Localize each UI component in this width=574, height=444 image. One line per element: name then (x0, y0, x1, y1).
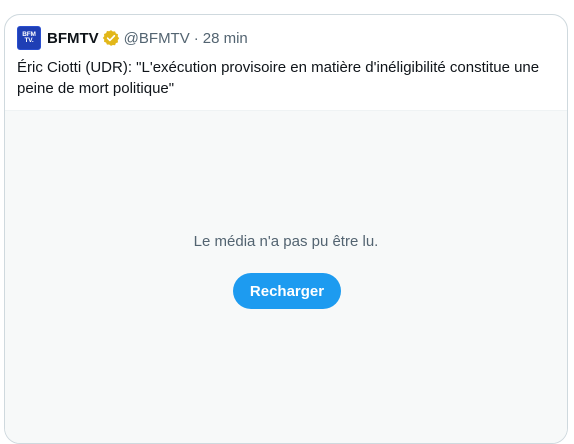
separator-dot: · (193, 29, 199, 47)
media-container: Le média n'a pas pu être lu. Recharger (5, 110, 567, 443)
account-name[interactable]: BFMTV (47, 30, 99, 47)
account-handle[interactable]: @BFMTV (124, 30, 190, 47)
avatar[interactable]: BFM TV. (17, 26, 41, 50)
gold-verified-icon (102, 29, 120, 47)
tweet-text: Éric Ciotti (UDR): "L'exécution provisoi… (17, 59, 540, 97)
tweet-header: BFM TV. BFMTV @BFMTV · 28 min (17, 25, 248, 51)
avatar-logo-line-2: TV. (24, 37, 34, 44)
tweet-card[interactable]: BFM TV. BFMTV @BFMTV · 28 min Éric Ciott… (4, 14, 568, 444)
reload-button[interactable]: Recharger (233, 273, 341, 309)
tweet-timestamp[interactable]: 28 min (203, 30, 248, 47)
media-error-message: Le média n'a pas pu être lu. (193, 233, 379, 250)
